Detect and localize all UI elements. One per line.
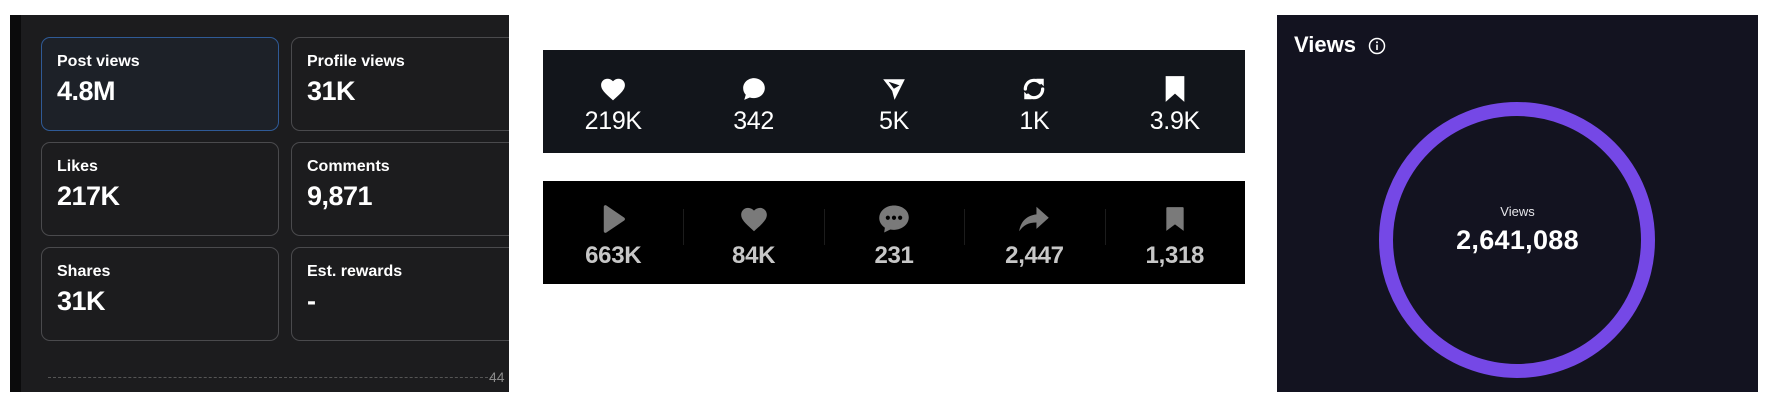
stat-value: 2,447 (1005, 242, 1064, 269)
card-label: Profile views (307, 53, 405, 70)
card-value: 4.8M (57, 76, 116, 106)
card-value: - (307, 286, 316, 316)
analytics-cards-panel: Post views 4.8M Profile views 31K Likes … (10, 15, 509, 392)
card-label: Comments (307, 158, 390, 175)
card-label: Shares (57, 263, 111, 280)
stat-likes[interactable]: 219K (543, 50, 683, 153)
stat-value: 5K (879, 107, 909, 135)
stat-value: 84K (732, 242, 776, 269)
stat-reposts[interactable]: 1K (964, 50, 1104, 153)
stat-comments[interactable]: 342 (683, 50, 823, 153)
card-est-rewards[interactable]: Est. rewards - (291, 247, 509, 341)
stat-likes[interactable]: 84K (683, 181, 823, 284)
heart-icon (600, 75, 626, 103)
repost-icon (1021, 75, 1047, 103)
share-arrow-icon (1018, 202, 1050, 236)
ring-label: Views (1500, 204, 1535, 219)
card-likes[interactable]: Likes 217K (41, 142, 279, 236)
comment-dots-icon (878, 202, 910, 236)
card-comments[interactable]: Comments 9,871 (291, 142, 509, 236)
stat-saves[interactable]: 1,318 (1104, 181, 1245, 284)
card-value: 9,871 (307, 181, 373, 211)
card-value: 31K (307, 76, 356, 106)
stat-saves[interactable]: 3.9K (1105, 50, 1245, 153)
stat-shares[interactable]: 2,447 (964, 181, 1104, 284)
stat-value: 231 (874, 242, 914, 269)
card-label: Likes (57, 158, 98, 175)
stat-value: 1,318 (1145, 242, 1205, 269)
panel-left-edge (10, 15, 21, 392)
views-title: Views (1294, 32, 1356, 57)
stat-sends[interactable]: 5K (824, 50, 964, 153)
info-icon[interactable] (1368, 37, 1386, 60)
chart-axis-label: 44 (489, 369, 505, 385)
card-post-views[interactable]: Post views 4.8M (41, 37, 279, 131)
bookmark-icon (1164, 202, 1186, 236)
stat-value: 3.9K (1149, 107, 1201, 135)
send-icon (881, 75, 907, 103)
chart-gridline (48, 377, 493, 378)
card-label: Post views (57, 53, 140, 70)
card-shares[interactable]: Shares 31K (41, 247, 279, 341)
engagement-stats-bar: 219K 342 5K 1K 3.9K (543, 50, 1245, 153)
card-label: Est. rewards (307, 263, 403, 280)
card-value: 217K (57, 181, 120, 211)
stat-value: 663K (585, 242, 642, 269)
stat-value: 342 (733, 107, 775, 135)
video-stats-bar: 663K 84K 231 2,447 1,318 (543, 181, 1245, 284)
play-icon (599, 202, 627, 236)
ring-value: 2,641,088 (1456, 225, 1579, 255)
card-profile-views[interactable]: Profile views 31K (291, 37, 509, 131)
card-value: 31K (57, 286, 106, 316)
comment-icon (741, 75, 767, 103)
views-panel: Views Views 2,641,088 (1277, 15, 1758, 392)
heart-icon (740, 202, 768, 236)
stat-value: 219K (584, 107, 642, 135)
bookmark-icon (1163, 75, 1187, 103)
stat-comments[interactable]: 231 (823, 181, 964, 284)
stat-plays[interactable]: 663K (543, 181, 683, 284)
stat-value: 1K (1019, 107, 1050, 135)
